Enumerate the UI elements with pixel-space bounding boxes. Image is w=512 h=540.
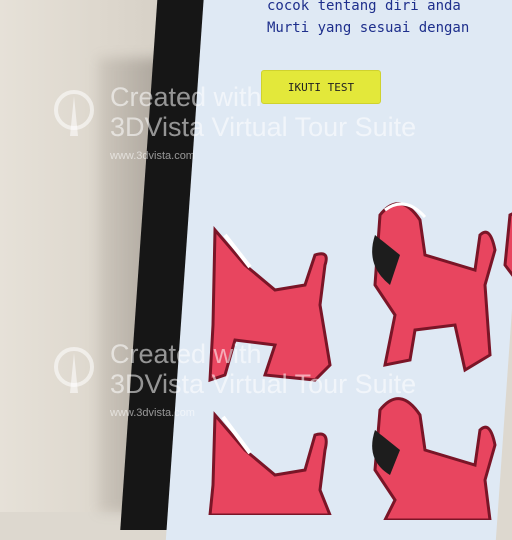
3dvista-logo-icon bbox=[54, 90, 94, 136]
watermark-url: www.3dvista.com bbox=[110, 150, 195, 162]
lion-illustration bbox=[372, 202, 497, 373]
screen-text-line-2: Murti yang sesuai dengan bbox=[267, 20, 470, 36]
watermark-line-1: Created with bbox=[110, 339, 262, 369]
lion-illustration bbox=[503, 210, 512, 372]
watermark-line-1: Created with bbox=[110, 82, 262, 112]
lion-illustration bbox=[208, 411, 333, 515]
ikuti-test-button[interactable]: IKUTI TEST bbox=[261, 70, 381, 104]
watermark-line-2: 3DVista Virtual Tour Suite bbox=[110, 112, 417, 142]
3dvista-logo-icon bbox=[54, 347, 94, 393]
watermark-line-2: 3DVista Virtual Tour Suite bbox=[110, 369, 417, 399]
screen-text-line-1: cocok tentang diri anda bbox=[267, 0, 461, 14]
lion-illustration bbox=[372, 397, 497, 520]
display-screen: cocok tentang diri anda Murti yang sesua… bbox=[165, 0, 512, 540]
watermark-url: www.3dvista.com bbox=[110, 407, 195, 419]
